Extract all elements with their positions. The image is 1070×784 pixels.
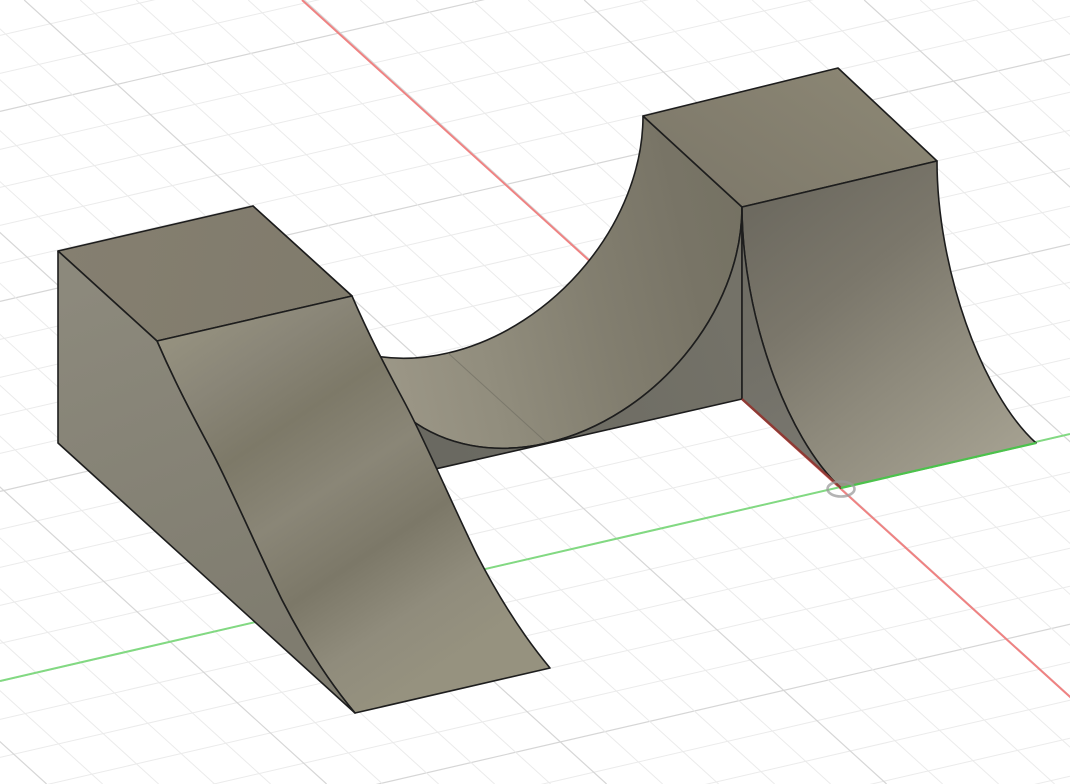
grid-line xyxy=(869,737,1070,784)
grid-line xyxy=(0,0,320,74)
grid-line xyxy=(1034,775,1070,784)
grid-line xyxy=(705,699,1070,784)
grid-line xyxy=(0,0,485,112)
grid-line xyxy=(0,0,156,36)
cad-viewport[interactable] xyxy=(0,0,1070,784)
grid-line xyxy=(540,661,1070,784)
grid-line xyxy=(0,509,1070,758)
viewport-canvas[interactable] xyxy=(0,0,1070,784)
